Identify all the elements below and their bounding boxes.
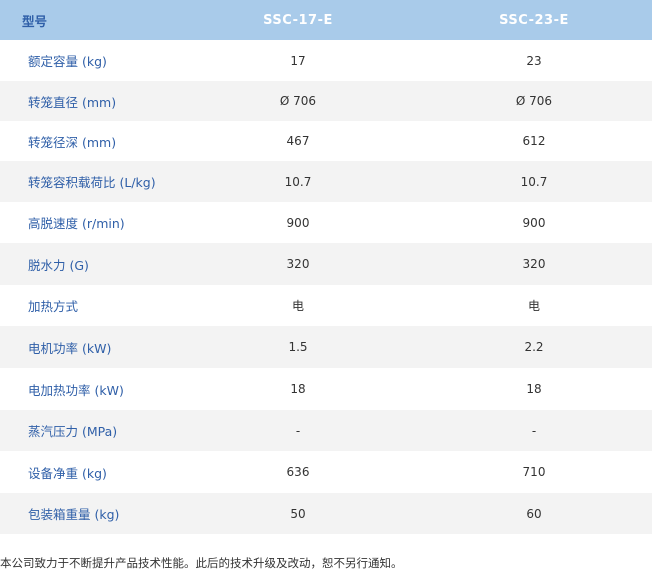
row-value-model-1: 电 [291, 299, 304, 313]
table-row: 电机功率 (kW) 1.5 2.2 [0, 326, 652, 368]
row-label: 高脱速度 (r/min) [28, 216, 125, 231]
row-value-model-1: 467 [286, 134, 310, 148]
row-value-model-1: 18 [290, 382, 306, 396]
table-row: 电加热功率 (kW) 18 18 [0, 368, 652, 410]
header-model-2: SSC-23-E [499, 12, 569, 28]
row-label: 蒸汽压力 (MPa) [28, 424, 118, 439]
table-header: 型号 SSC-17-E SSC-23-E [0, 0, 652, 40]
table-row: 加热方式 电 电 [0, 285, 652, 326]
table-row: 包装箱重量 (kg) 50 60 [0, 493, 652, 534]
row-value-model-1: 17 [290, 53, 306, 68]
header-label: 型号 [22, 13, 48, 29]
row-value-model-1: 636 [286, 465, 310, 479]
row-value-model-1: 50 [290, 506, 306, 521]
table-row: 高脱速度 (r/min) 900 900 [0, 202, 652, 243]
row-label: 电加热功率 (kW) [28, 382, 124, 398]
row-value-model-1: 900 [286, 215, 310, 230]
table-row: 转笼容积载荷比 (L/kg) 10.7 10.7 [0, 161, 652, 202]
row-value-model-1: 1.5 [288, 340, 308, 354]
row-value-model-2: Ø 706 [515, 94, 553, 108]
row-label: 脱水力 (G) [28, 257, 89, 273]
row-label: 转笼直径 (mm) [28, 94, 117, 110]
row-value-model-2: 710 [522, 465, 546, 479]
row-value-model-2: 电 [527, 299, 540, 313]
row-label: 加热方式 [28, 299, 79, 314]
row-value-model-2: 900 [522, 215, 546, 230]
row-value-model-2: 60 [526, 506, 542, 521]
table-row: 转笼直径 (mm) Ø 706 Ø 706 [0, 81, 652, 121]
row-value-model-2: 23 [526, 53, 542, 68]
row-value-model-1: Ø 706 [279, 94, 317, 108]
table-row: 设备净重 (kg) 636 710 [0, 451, 652, 493]
row-label: 电机功率 (kW) [28, 340, 112, 356]
row-value-model-2: 612 [522, 134, 546, 148]
header-model-1: SSC-17-E [263, 12, 333, 28]
row-value-model-2: 10.7 [520, 174, 548, 189]
table-row: 脱水力 (G) 320 320 [0, 243, 652, 285]
table-row: 转笼径深 (mm) 467 612 [0, 121, 652, 161]
spec-table: 型号 SSC-17-E SSC-23-E 额定容量 (kg) 17 23 转笼直… [0, 0, 652, 534]
row-value-model-1: 320 [286, 257, 310, 271]
disclaimer-footnote: 本公司致力于不断提升产品技术性能。此后的技术升级及改动，恕不另行通知。 [0, 556, 403, 570]
row-value-model-2: - [531, 423, 537, 438]
row-label: 设备净重 (kg) [28, 465, 107, 481]
row-value-model-1: 10.7 [284, 174, 312, 189]
row-value-model-1: - [295, 423, 301, 438]
row-value-model-2: 320 [522, 257, 546, 271]
table-row: 额定容量 (kg) 17 23 [0, 40, 652, 81]
row-label: 额定容量 (kg) [28, 54, 107, 69]
row-label: 转笼径深 (mm) [28, 134, 117, 150]
row-label: 包装箱重量 (kg) [28, 507, 120, 522]
row-value-model-2: 18 [526, 382, 542, 396]
table-row: 蒸汽压力 (MPa) - - [0, 410, 652, 451]
row-value-model-2: 2.2 [524, 340, 544, 354]
row-label: 转笼容积载荷比 (L/kg) [28, 175, 156, 190]
